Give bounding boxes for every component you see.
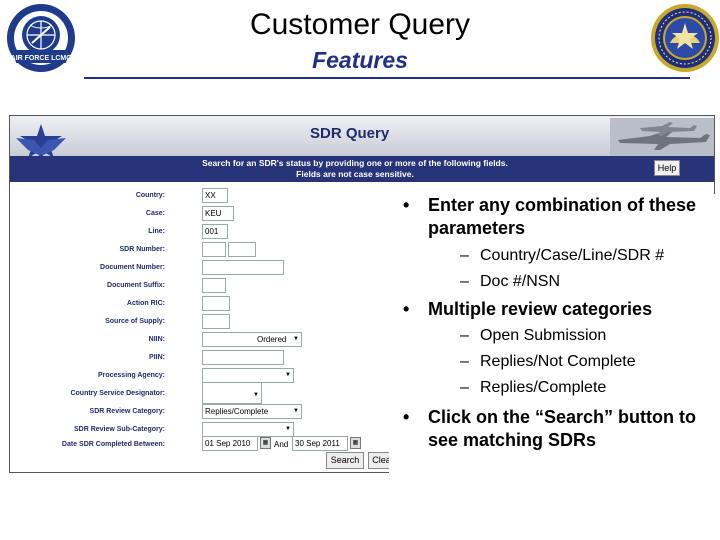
- search-button[interactable]: Search: [326, 452, 364, 469]
- sdr-review-category-select[interactable]: Replies/Complete ▼: [202, 404, 302, 419]
- slide-subtitle: Features: [312, 47, 408, 73]
- sub-bullet-dash: –: [460, 247, 469, 264]
- processing-agency-label: Processing Agency:: [97, 372, 165, 379]
- chevron-down-icon: ▼: [293, 336, 299, 342]
- sub-bullet-2-1-text: Open Submission: [480, 327, 607, 344]
- emblem-seal-icon: [650, 3, 720, 73]
- document-suffix-input[interactable]: [202, 278, 226, 293]
- document-suffix-label: Document Suffix:: [107, 282, 165, 289]
- country-service-designator-select[interactable]: ▼: [202, 382, 262, 404]
- piin-label: PIIN:: [149, 354, 165, 361]
- bullet-1-text: Enter any combination of these parameter…: [428, 195, 697, 238]
- sub-bullet-dash: –: [460, 273, 469, 290]
- action-ric-input[interactable]: [202, 296, 230, 311]
- fighter-jets-image-icon: [610, 118, 714, 156]
- sub-bullet-2-2-text: Replies/Not Complete: [480, 353, 636, 370]
- sub-bullet-1-1-text: Country/Case/Line/SDR #: [480, 247, 665, 264]
- instruction-line-1: Search for an SDR's status by providing …: [202, 158, 508, 168]
- chevron-down-icon: ▼: [253, 392, 259, 398]
- sub-bullet-1-1: – Country/Case/Line/SDR #: [389, 246, 715, 266]
- chevron-down-icon: ▼: [285, 426, 291, 432]
- line-input[interactable]: 001: [202, 224, 228, 239]
- chevron-down-icon: ▼: [285, 372, 291, 378]
- and-label: And: [274, 440, 289, 449]
- source-of-supply-input[interactable]: [202, 314, 230, 329]
- sdr-number-input-1[interactable]: [202, 242, 226, 257]
- calendar-icon[interactable]: ▦: [350, 437, 361, 449]
- calendar-icon[interactable]: ▦: [260, 437, 271, 449]
- sub-bullet-2-1: – Open Submission: [389, 326, 715, 346]
- instruction-text: Search for an SDR's status by providing …: [170, 158, 540, 180]
- country-input[interactable]: XX: [202, 188, 228, 203]
- bullet-2-text: Multiple review categories: [428, 299, 653, 319]
- document-number-label: Document Number:: [100, 264, 165, 271]
- bullet-dot: •: [403, 299, 410, 319]
- instruction-bar: Search for an SDR's status by providing …: [10, 156, 714, 182]
- processing-agency-select[interactable]: ▼: [202, 368, 294, 383]
- niin-select[interactable]: Ordered ▼: [202, 332, 302, 347]
- niin-select-value: Ordered: [257, 335, 287, 344]
- sub-bullet-dash: –: [460, 327, 469, 344]
- bullet-2: • Multiple review categories: [389, 298, 715, 321]
- date-from-input[interactable]: 01 Sep 2010: [202, 436, 258, 451]
- sdr-review-sub-category-label: SDR Review Sub-Category:: [73, 426, 165, 433]
- date-to-input[interactable]: 30 Sep 2011: [292, 436, 348, 451]
- niin-label: NIIN:: [148, 336, 165, 343]
- instruction-line-2: Fields are not case sensitive.: [296, 169, 414, 179]
- source-of-supply-label: Source of Supply:: [105, 318, 165, 325]
- document-number-input[interactable]: [202, 260, 284, 275]
- app-title: SDR Query: [310, 125, 390, 142]
- sdr-number-input-2[interactable]: [228, 242, 256, 257]
- case-input[interactable]: KEU: [202, 206, 234, 221]
- feature-bullets: • Enter any combination of these paramet…: [389, 194, 715, 480]
- sdr-review-category-label: SDR Review Category:: [89, 408, 165, 415]
- sub-bullet-dash: –: [460, 353, 469, 370]
- seal-left-text: AIR FORCE LCMC: [11, 55, 72, 62]
- air-force-lcmc-seal-icon: AIR FORCE LCMC: [6, 3, 76, 73]
- bullet-3: • Click on the “Search” button to see ma…: [389, 406, 715, 452]
- date-completed-label: Date SDR Completed Between:: [61, 441, 165, 448]
- country-label: Country:: [135, 192, 165, 199]
- bullet-3-text: Click on the “Search” button to see matc…: [428, 407, 697, 450]
- sdr-number-label: SDR Number:: [119, 246, 165, 253]
- bullet-dot: •: [403, 195, 410, 215]
- country-service-designator-label: Country Service Designator:: [70, 390, 165, 397]
- sub-bullet-dash: –: [460, 379, 469, 396]
- sub-bullet-2-2: – Replies/Not Complete: [389, 352, 715, 372]
- sdr-review-category-value: Replies/Complete: [205, 407, 269, 416]
- piin-input[interactable]: [202, 350, 284, 365]
- sub-bullet-1-2-text: Doc #/NSN: [480, 273, 561, 290]
- bullet-dot: •: [403, 407, 410, 427]
- sub-bullet-2-3: – Replies/Complete: [389, 378, 715, 398]
- sub-bullet-1-2: – Doc #/NSN: [389, 272, 715, 292]
- action-ric-label: Action RIC:: [126, 300, 165, 307]
- sdr-review-sub-category-select[interactable]: ▼: [202, 422, 294, 437]
- bullet-1: • Enter any combination of these paramet…: [389, 194, 715, 240]
- title-rule: [84, 77, 690, 79]
- line-label: Line:: [148, 228, 165, 235]
- chevron-down-icon: ▼: [293, 408, 299, 414]
- help-button[interactable]: Help: [654, 160, 680, 176]
- case-label: Case:: [145, 210, 165, 217]
- sub-bullet-2-3-text: Replies/Complete: [480, 379, 607, 396]
- slide-title: Customer Query: [249, 8, 471, 41]
